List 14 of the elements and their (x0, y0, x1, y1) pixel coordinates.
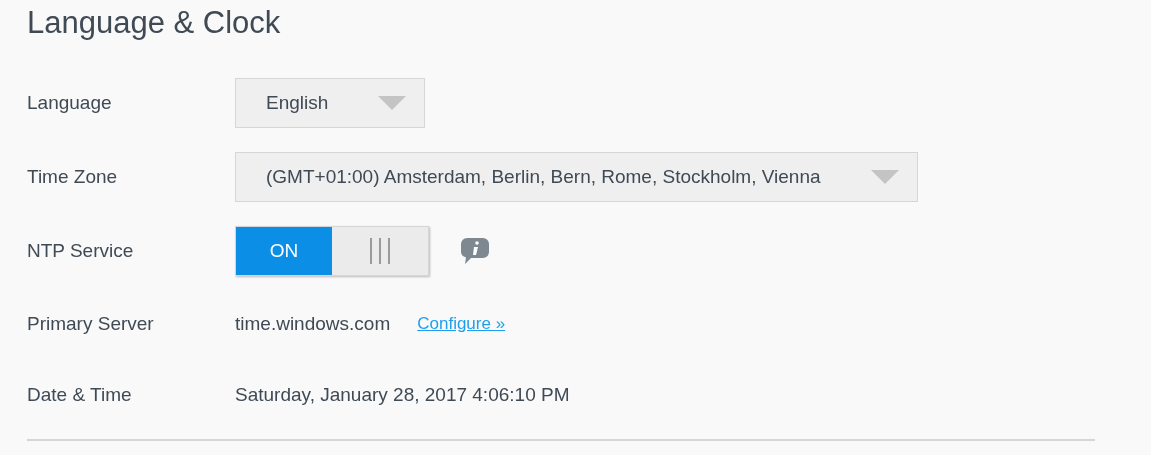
field-label: NTP Service (27, 238, 135, 263)
field-label: Time Zone (27, 164, 119, 189)
field-label: Primary Server (27, 311, 155, 336)
server-address: time.windows.com (235, 311, 391, 336)
dropdown[interactable]: (GMT+01:00) Amsterdam, Berlin, Bern, Rome, Stockholm, Vienna (235, 152, 918, 202)
field-label: Language (27, 90, 113, 115)
caret-icon (870, 170, 899, 184)
field-label: Date & Time (27, 383, 133, 407)
dropdown[interactable]: English (235, 78, 426, 128)
page-title: Language & Clock (27, 4, 282, 42)
info-icon[interactable] (461, 238, 489, 264)
caret-icon (378, 96, 407, 110)
grip-icon (369, 238, 391, 264)
date-time-value: Saturday, January 28, 2017 4:06:10 PM (235, 383, 570, 407)
